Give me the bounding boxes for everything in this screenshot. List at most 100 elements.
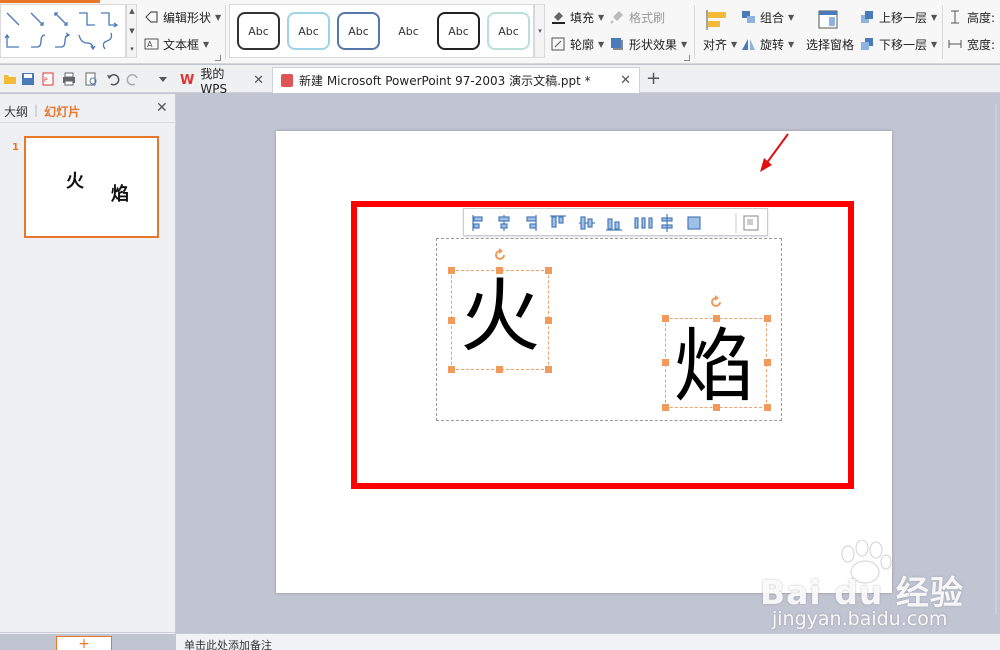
height-field[interactable]: 高度: (948, 7, 995, 27)
style-sample-6[interactable]: Abc (487, 12, 530, 50)
rotate-handle-icon[interactable] (709, 295, 723, 309)
resize-handle[interactable] (545, 317, 552, 324)
resize-handle[interactable] (713, 315, 720, 322)
new-tab-icon[interactable]: + (646, 68, 661, 89)
quick-access-dropdown-icon[interactable] (156, 72, 170, 86)
send-backward-button[interactable]: 下移一层 ▼ (860, 34, 937, 54)
rotate-button[interactable]: 旋转 ▼ (741, 34, 794, 54)
panel-bottom-divider (0, 632, 176, 633)
notes-bar[interactable]: 单击此处添加备注 (176, 633, 1000, 650)
fill-button[interactable]: 填充 ▼ (551, 7, 604, 27)
text-box-button[interactable]: A 文本框 ▼ (144, 34, 209, 54)
panel-divider (0, 122, 176, 123)
save-icon[interactable] (21, 72, 35, 86)
gallery-expand-icon[interactable]: ▾ (536, 27, 544, 35)
text-object-2-selection[interactable]: 焰 (665, 318, 767, 408)
text-object-1-selection[interactable]: 火 (451, 270, 549, 370)
resize-handle[interactable] (496, 366, 503, 373)
print-preview-icon[interactable] (84, 72, 98, 86)
resize-handle[interactable] (448, 317, 455, 324)
selection-pane-icon[interactable] (817, 9, 839, 31)
thumbnail-char-1: 火 (66, 171, 84, 192)
style-gallery-scroll[interactable]: ▾ (534, 4, 545, 58)
close-icon[interactable]: ✕ (156, 100, 168, 116)
dialog-launcher-icon[interactable] (684, 55, 690, 61)
ribbon-divider (694, 5, 695, 59)
undo-icon[interactable] (106, 72, 120, 86)
resize-handle[interactable] (545, 267, 552, 274)
tab-document[interactable]: 新建 Microsoft PowerPoint 97-2003 演示文稿.ppt… (272, 67, 640, 93)
panel-tabs: 大纲 | 幻灯片 (4, 103, 80, 120)
shape-effect-icon (610, 37, 625, 51)
close-icon[interactable]: ✕ (620, 73, 631, 88)
align-top-icon[interactable] (548, 213, 568, 233)
edit-shape-button[interactable]: 编辑形状 ▼ (144, 7, 221, 27)
resize-handle[interactable] (662, 359, 669, 366)
resize-handle[interactable] (764, 359, 771, 366)
line-gallery-scroll[interactable]: ▲ ▼ ▾ (126, 4, 137, 58)
distribute-vertical-icon[interactable] (659, 213, 679, 233)
align-to-slide-icon[interactable] (684, 213, 704, 233)
chevron-down-icon: ▼ (731, 39, 738, 49)
text-box-label: 文本框 (163, 37, 200, 52)
open-folder-icon[interactable] (3, 72, 17, 86)
slide-thumbnail[interactable]: 火 焰 (24, 136, 159, 238)
slides-panel: 大纲 | 幻灯片 ✕ 1 火 焰 (0, 94, 176, 634)
style-sample-1[interactable]: Abc (237, 12, 280, 50)
export-pdf-icon[interactable]: P (41, 72, 55, 86)
resize-handle[interactable] (662, 315, 669, 322)
resize-handle[interactable] (448, 267, 455, 274)
chevron-down-icon: ▼ (931, 39, 938, 49)
resize-handle[interactable] (713, 404, 720, 411)
tab-my-wps[interactable]: W 我的WPS ✕ (172, 66, 272, 96)
baidu-watermark: Bai du 经验 jingyan.baidu.com (752, 540, 1000, 635)
chevron-down-icon[interactable]: ▼ (128, 27, 136, 35)
align-middle-icon[interactable] (577, 213, 597, 233)
style-sample-4[interactable]: Abc (387, 12, 430, 50)
document-tab-bar: P W 我的WPS ✕ 新建 Microsoft PowerPoint 97-2… (0, 65, 1000, 96)
selection-pane-button[interactable]: 选择窗格 (806, 34, 854, 54)
notes-placeholder[interactable]: 单击此处添加备注 (184, 637, 272, 650)
resize-handle[interactable] (662, 404, 669, 411)
bring-forward-button[interactable]: 上移一层 ▼ (860, 7, 937, 27)
style-sample-3[interactable]: Abc (337, 12, 380, 50)
rotate-icon (741, 37, 756, 51)
group-button[interactable]: 组合 ▼ (741, 7, 794, 27)
width-field[interactable]: 宽度: (948, 34, 995, 54)
resize-handle[interactable] (545, 366, 552, 373)
rotate-handle-icon[interactable] (493, 248, 507, 262)
add-slide-button[interactable]: + (56, 636, 112, 650)
line-shapes-icon (4, 12, 119, 51)
gallery-expand-icon[interactable]: ▾ (128, 45, 136, 53)
format-painter-button[interactable]: 格式刷 (610, 7, 665, 27)
align-button[interactable]: 对齐 ▼ (703, 34, 737, 54)
print-icon[interactable] (62, 72, 76, 86)
tab-outline[interactable]: 大纲 (4, 103, 28, 120)
slide-char-1[interactable]: 火 (460, 277, 540, 357)
align-icon[interactable] (706, 9, 728, 31)
style-sample-5[interactable]: Abc (437, 12, 480, 50)
tab-slides[interactable]: 幻灯片 (44, 103, 80, 120)
dialog-launcher-icon[interactable] (215, 55, 221, 61)
align-center-icon[interactable] (494, 213, 514, 233)
resize-handle[interactable] (496, 267, 503, 274)
resize-handle[interactable] (764, 315, 771, 322)
shape-effect-button[interactable]: 形状效果 ▼ (610, 34, 687, 54)
chevron-up-icon[interactable]: ▲ (128, 7, 136, 15)
align-right-icon[interactable] (524, 213, 544, 233)
align-bottom-icon[interactable] (604, 213, 624, 233)
tab-my-wps-label: 我的WPS (200, 66, 228, 96)
line-shapes-gallery[interactable] (0, 4, 126, 58)
style-sample-2[interactable]: Abc (287, 12, 330, 50)
distribute-horizontal-icon[interactable] (632, 213, 654, 233)
more-options-icon[interactable] (741, 213, 761, 233)
resize-handle[interactable] (764, 404, 771, 411)
close-icon[interactable]: ✕ (253, 73, 264, 88)
redo-icon[interactable] (126, 72, 140, 86)
slide-char-2[interactable]: 焰 (674, 327, 754, 407)
outline-button[interactable]: 轮廓 ▼ (551, 34, 604, 54)
resize-handle[interactable] (448, 366, 455, 373)
outline-label: 轮廓 (570, 37, 595, 52)
chevron-down-icon: ▼ (788, 12, 795, 22)
align-left-icon[interactable] (466, 213, 486, 233)
